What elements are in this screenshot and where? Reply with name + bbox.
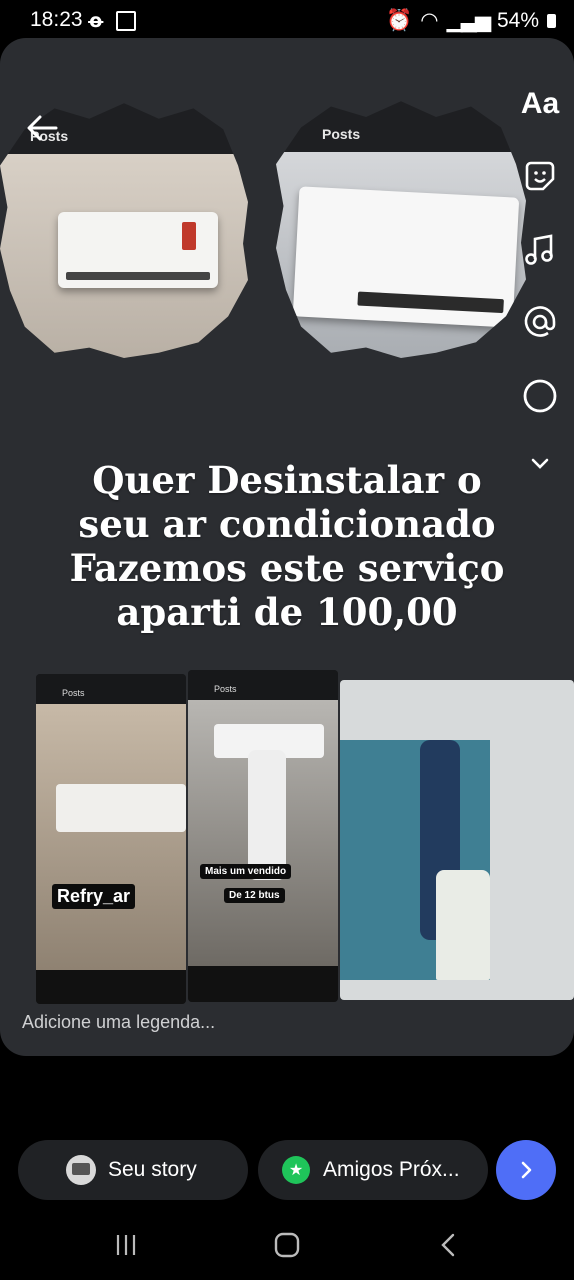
mention-tool-button[interactable] xyxy=(512,294,568,350)
music-icon xyxy=(525,234,553,265)
circle-icon xyxy=(523,379,557,413)
sold-tag: Mais um vendido xyxy=(200,864,292,879)
photo-label: Posts xyxy=(322,126,361,142)
screenshot-header xyxy=(36,674,186,704)
avatar xyxy=(66,1155,96,1185)
battery-percent: 54% xyxy=(496,8,539,32)
back-arrow-icon[interactable] xyxy=(24,110,60,146)
headline-line-3: Fazemos este serviço xyxy=(69,546,505,590)
headline-line-2: seu ar condicionado xyxy=(78,502,496,546)
back-nav-icon[interactable] xyxy=(438,1232,458,1258)
caption-input[interactable]: Adicione uma legenda... xyxy=(22,1012,215,1033)
refry-tag: Refry_ar xyxy=(52,884,136,909)
screenshot-footer xyxy=(188,966,338,1002)
sticker-icon xyxy=(525,161,555,191)
gallery-icon xyxy=(116,11,136,31)
status-right: ⏰ ◠ ▁▃▅ 54% xyxy=(386,8,556,33)
screenshot-1: Posts Refry_ar xyxy=(36,674,186,1004)
headline-line-1: Quer Desinstalar o xyxy=(92,458,482,502)
screenshot-header xyxy=(188,670,338,700)
headline-text[interactable]: Quer Desinstalar o seu ar condicionado F… xyxy=(30,458,544,634)
music-tool-button[interactable] xyxy=(512,222,568,278)
ac-photo xyxy=(36,704,186,970)
photo-sticker-ac-2[interactable]: Posts xyxy=(276,101,526,358)
screenshot-footer xyxy=(36,970,186,1004)
installation-photo xyxy=(340,680,574,1000)
effects-tool-button[interactable] xyxy=(512,368,568,424)
photo-wall xyxy=(0,154,248,358)
remote-control-image xyxy=(248,750,286,880)
photo-header xyxy=(276,101,526,152)
collage-sticker[interactable]: Posts Refry_ar Posts Mais um vendido De … xyxy=(36,670,574,1006)
headline-line-4: aparti de 100,00 xyxy=(116,590,458,634)
alarm-icon: ⏰ xyxy=(386,8,413,32)
battery-icon xyxy=(547,13,556,28)
recent-apps-icon[interactable] xyxy=(114,1232,138,1258)
signal-icon: ▁▃▅ xyxy=(446,9,491,32)
photo-wall xyxy=(276,152,526,358)
text-tool-button[interactable]: Aa xyxy=(512,76,568,132)
system-nav-bar xyxy=(0,1212,574,1280)
screenshot-title: Posts xyxy=(62,688,85,698)
star-icon: ★ xyxy=(282,1156,310,1184)
air-conditioner-image xyxy=(56,784,186,832)
close-friends-label: Amigos Próx... xyxy=(323,1158,460,1181)
remote-photo xyxy=(188,700,338,966)
your-story-button[interactable]: Seu story xyxy=(18,1140,248,1200)
status-time: 18:23 xyxy=(30,8,83,31)
wifi-icon: ◠ xyxy=(420,9,439,32)
notification-icon: ꝋ xyxy=(88,11,104,32)
air-conditioner-image xyxy=(292,186,520,328)
sticker-tool-button[interactable] xyxy=(512,148,568,204)
next-button[interactable] xyxy=(496,1140,556,1200)
screenshot-2: Posts Mais um vendido De 12 btus xyxy=(188,670,338,1002)
status-bar: 18:23 ꝋ ⏰ ◠ ▁▃▅ 54% xyxy=(0,0,574,40)
home-icon[interactable] xyxy=(274,1232,300,1258)
mention-icon xyxy=(524,306,556,337)
chevron-right-icon xyxy=(521,1161,532,1179)
story-editor-canvas[interactable]: Posts Posts Aa Quer Desinstalar o seu ar… xyxy=(0,38,574,1056)
btus-tag: De 12 btus xyxy=(224,888,285,903)
screenshot-title: Posts xyxy=(214,684,237,694)
air-conditioner-image xyxy=(58,212,218,288)
flower-vase-image xyxy=(436,870,490,980)
your-story-label: Seu story xyxy=(108,1158,197,1181)
close-friends-button[interactable]: ★ Amigos Próx... xyxy=(258,1140,488,1200)
